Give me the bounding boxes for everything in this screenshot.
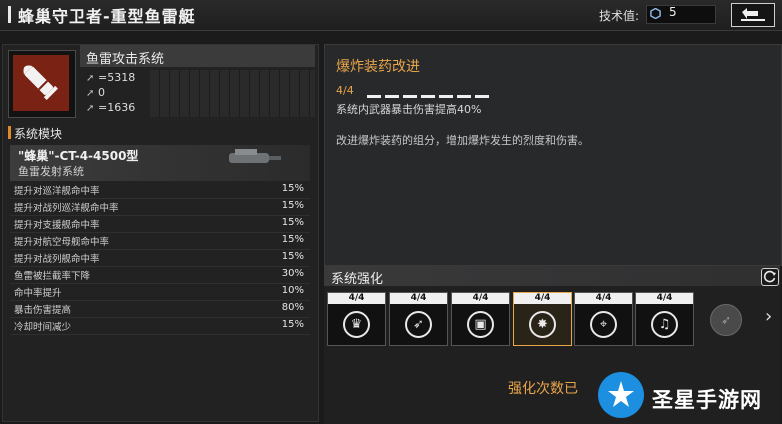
section-accent-bar [8,126,11,139]
damage-icon: ➚ [86,73,95,84]
title-accent-bar [8,6,11,23]
enhancement-node-missile[interactable]: 4/4 ➶ [389,292,448,346]
range-icon: ➚ [86,103,95,114]
missile-icon: ➶ [405,311,432,338]
enhancement-node-chip[interactable]: 4/4 ▣ [451,292,510,346]
module-stat-row: 提升对巡洋舰命中率 15% [10,181,310,199]
targeting-icon: ⌖ [590,311,617,338]
module-stat-row: 暴击伤害提高 80% [10,300,310,318]
explosion-icon: ✸ [529,311,556,338]
module-stat-row: 提升对战列舰命中率 15% [10,249,310,267]
guitar-icon: ♫ [651,311,678,338]
torpedo-launcher-image [229,149,281,163]
enhancement-node-explosion[interactable]: 4/4 ✸ [513,292,572,346]
progress-pip [403,95,417,98]
progress-pip [457,95,471,98]
upgrade-detail-panel [324,44,782,266]
enhancement-node-guitar[interactable]: 4/4 ♫ [635,292,694,346]
module-stat-row: 冷却时间减少 15% [10,317,310,335]
stat-damage: ➚ =5318 [86,71,136,84]
progress-pip [475,95,489,98]
module-subtitle: 鱼雷发射系统 [18,165,84,178]
module-stat-row: 鱼雷被拦截率下降 30% [10,266,310,284]
watermark-logo [598,372,644,418]
enhancement-node-lion[interactable]: 4/4 ♛ [327,292,386,346]
refresh-button[interactable] [761,268,779,286]
enhancement-node-locked[interactable]: ➶ [710,304,742,336]
node-level: 4/4 [575,293,632,304]
progress-pip [367,95,381,98]
page-title: 蜂巢守卫者-重型鱼雷艇 [18,7,196,26]
node-level: 4/4 [328,293,385,304]
upgrade-level: 4/4 [336,84,354,97]
enhancement-node-targeting[interactable]: 4/4 ⌖ [574,292,633,346]
module-name: "蜂巢"-CT-4-4500型 [18,149,139,163]
progress-pip [439,95,453,98]
tech-value: 5 [669,5,677,19]
upgrade-effect: 系统内武器暴击伤害提高40% [336,103,482,116]
enhancement-count-text: 强化次数已 [508,381,578,397]
chip-icon: ▣ [467,311,494,338]
node-level: 4/4 [452,293,509,304]
back-arrow-icon [741,8,765,21]
lion-emblem-icon: ♛ [343,311,370,338]
weapon-name: 鱼雷攻击系统 [86,52,165,67]
module-stat-row: 提升对支援舰命中率 15% [10,215,310,233]
node-level: 4/4 [636,293,693,304]
torpedo-weapon-icon [13,55,69,111]
tech-value-label: 技术值: [599,9,640,23]
stat-range: ➚ =1636 [86,101,136,114]
speed-icon: ➚ [86,88,95,99]
tech-hex-icon [650,8,661,19]
back-button[interactable] [731,3,775,27]
upgrade-description: 改进爆炸装药的组分，增加爆炸发生的烈度和伤害。 [336,134,589,147]
enhancement-header [324,266,780,286]
node-level: 4/4 [514,293,571,304]
upgrade-title: 爆炸装药改进 [336,59,420,75]
progress-pip [421,95,435,98]
watermark-text: 圣星手游网 [652,388,762,412]
module-stat-row: 命中率提升 10% [10,283,310,301]
refresh-icon [763,270,776,283]
stat-grid [150,70,315,117]
module-stat-row: 提升对航空母舰命中率 15% [10,232,310,250]
module-stat-row: 提升对战列巡洋舰命中率 15% [10,198,310,216]
modules-section-title: 系统模块 [14,127,63,141]
node-level: 4/4 [390,293,447,304]
progress-pip [385,95,399,98]
enhancement-title: 系统强化 [331,272,384,287]
stat-speed: ➚ 0 [86,86,105,99]
chevron-right-icon[interactable]: › [765,306,772,327]
locked-missile-icon: ➶ [720,313,732,327]
